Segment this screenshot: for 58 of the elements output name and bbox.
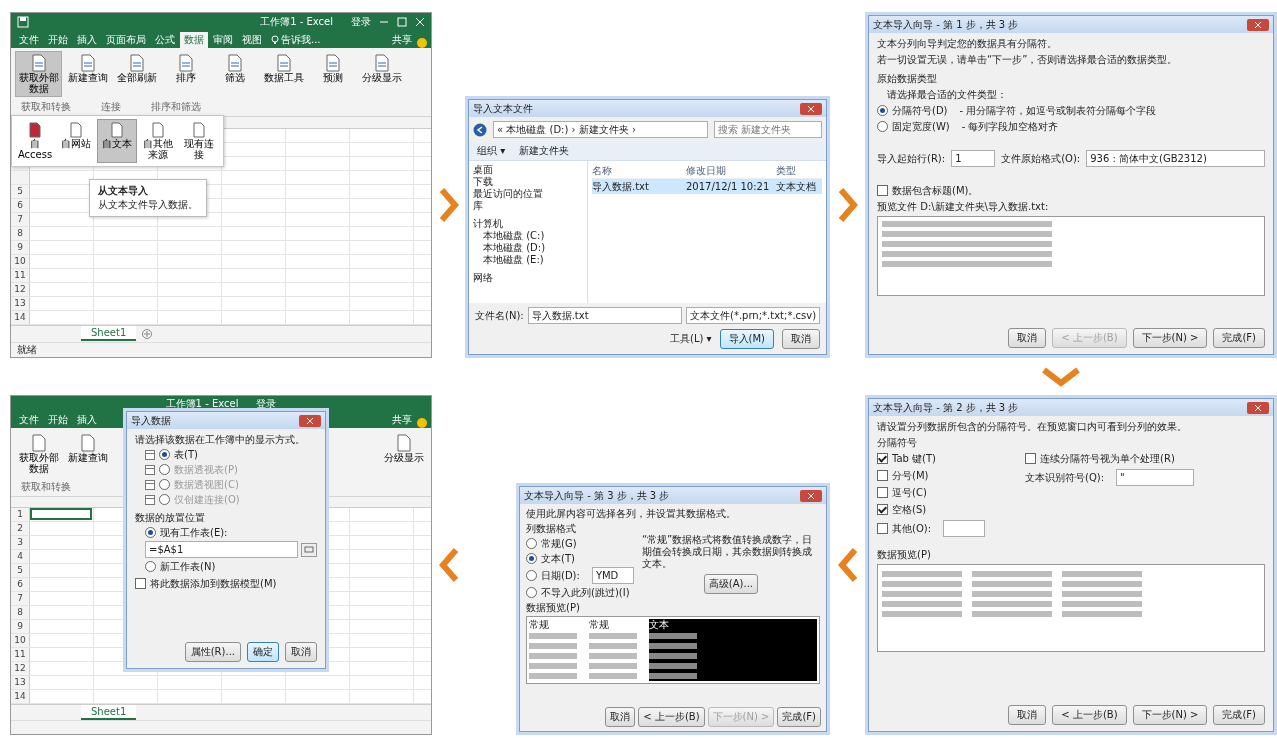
option-description: - 用分隔字符，如逗号或制表符分隔每个字段 [959,104,1157,117]
section-label: 分隔符号 [877,436,917,449]
tooltip-title: 从文本导入 [98,184,149,199]
row-number: 3 [11,536,30,549]
row-number: 14 [11,311,30,325]
row-number: 11 [11,269,30,283]
row-number: 5 [11,564,30,577]
dialog-title: 导入文本文件 [473,101,533,116]
row-number: 10 [11,634,30,647]
preview-label: 数据预览(P) [526,601,580,614]
instruction-text: 请设置分列数据所包含的分隔符号。在预览窗口内可看到分列的效果。 [877,420,1187,433]
row-number: 5 [11,185,30,199]
section-label: 原始数据类型 [877,72,937,85]
row-number: 8 [11,227,30,241]
row-number: 13 [11,676,30,689]
row-number: 7 [11,592,30,605]
row-number: 9 [11,241,30,255]
row-number: 1 [11,508,30,521]
dialog-title: 导入数据 [131,413,171,428]
row-number: 2 [11,522,30,535]
row-number: 9 [11,620,30,633]
row-number: 6 [11,199,30,213]
field-label: 文本识别符号(Q): [1025,471,1105,484]
format-note: “常规”数据格式将数值转换成数字，日期值会转换成日期，其余数据则转换成文本。 [641,534,814,570]
section-label: 数据的放置位置 [135,511,205,524]
row-number: 12 [11,283,30,297]
dialog-title: 文本导入向导 - 第 3 步，共 3 步 [524,488,670,503]
row-number: 12 [11,662,30,675]
ribbon-group-label: 排序和筛选 [151,99,201,114]
row-number: 10 [11,255,30,269]
status-text: 就绪 [17,342,37,357]
field-label: 文件原始格式(O): [1001,151,1081,166]
row-number: 11 [11,648,30,661]
option-description: - 每列字段加空格对齐 [961,120,1059,133]
row-number: 13 [11,297,30,311]
ribbon-group-label: 获取和转换 [21,479,71,494]
dialog-title: 文本导入向导 - 第 2 步，共 3 步 [873,400,1019,415]
row-number: 4 [11,550,30,563]
row-number: 6 [11,578,30,591]
prompt-text: 请选择该数据在工作簿中的显示方式。 [135,433,305,446]
tooltip-text: 从文本文件导入数据。 [98,198,198,213]
section-label: 列数据格式 [526,522,577,535]
instruction-text: 使用此屏内容可选择各列，并设置其数据格式。 [526,507,736,520]
field-label: 导入起始行(R): [877,151,946,166]
prompt-text: 请选择最合适的文件类型： [887,88,1007,101]
window-title: 工作簿1 - Excel [165,396,239,411]
row-number: 14 [11,690,30,703]
row-number: 8 [11,606,30,619]
ribbon-group-label: 连接 [101,99,121,114]
dialog-title: 文本导入向导 - 第 1 步，共 3 步 [873,17,1019,32]
window-title: 工作簿1 - Excel [260,14,333,29]
row-number: 7 [11,213,30,227]
preview-label: 预览文件 D:\新建文件夹\导入数据.txt: [877,200,1049,213]
ribbon-group-label: 获取和转换 [21,99,71,114]
instruction-text: 文本分列向导判定您的数据具有分隔符。 [877,37,1057,50]
preview-label: 数据预览(P) [877,548,931,561]
field-label: 文件名(N): [475,308,524,323]
instruction-text: 若一切设置无误，请单击“下一步”，否则请选择最合适的数据类型。 [877,53,1178,66]
